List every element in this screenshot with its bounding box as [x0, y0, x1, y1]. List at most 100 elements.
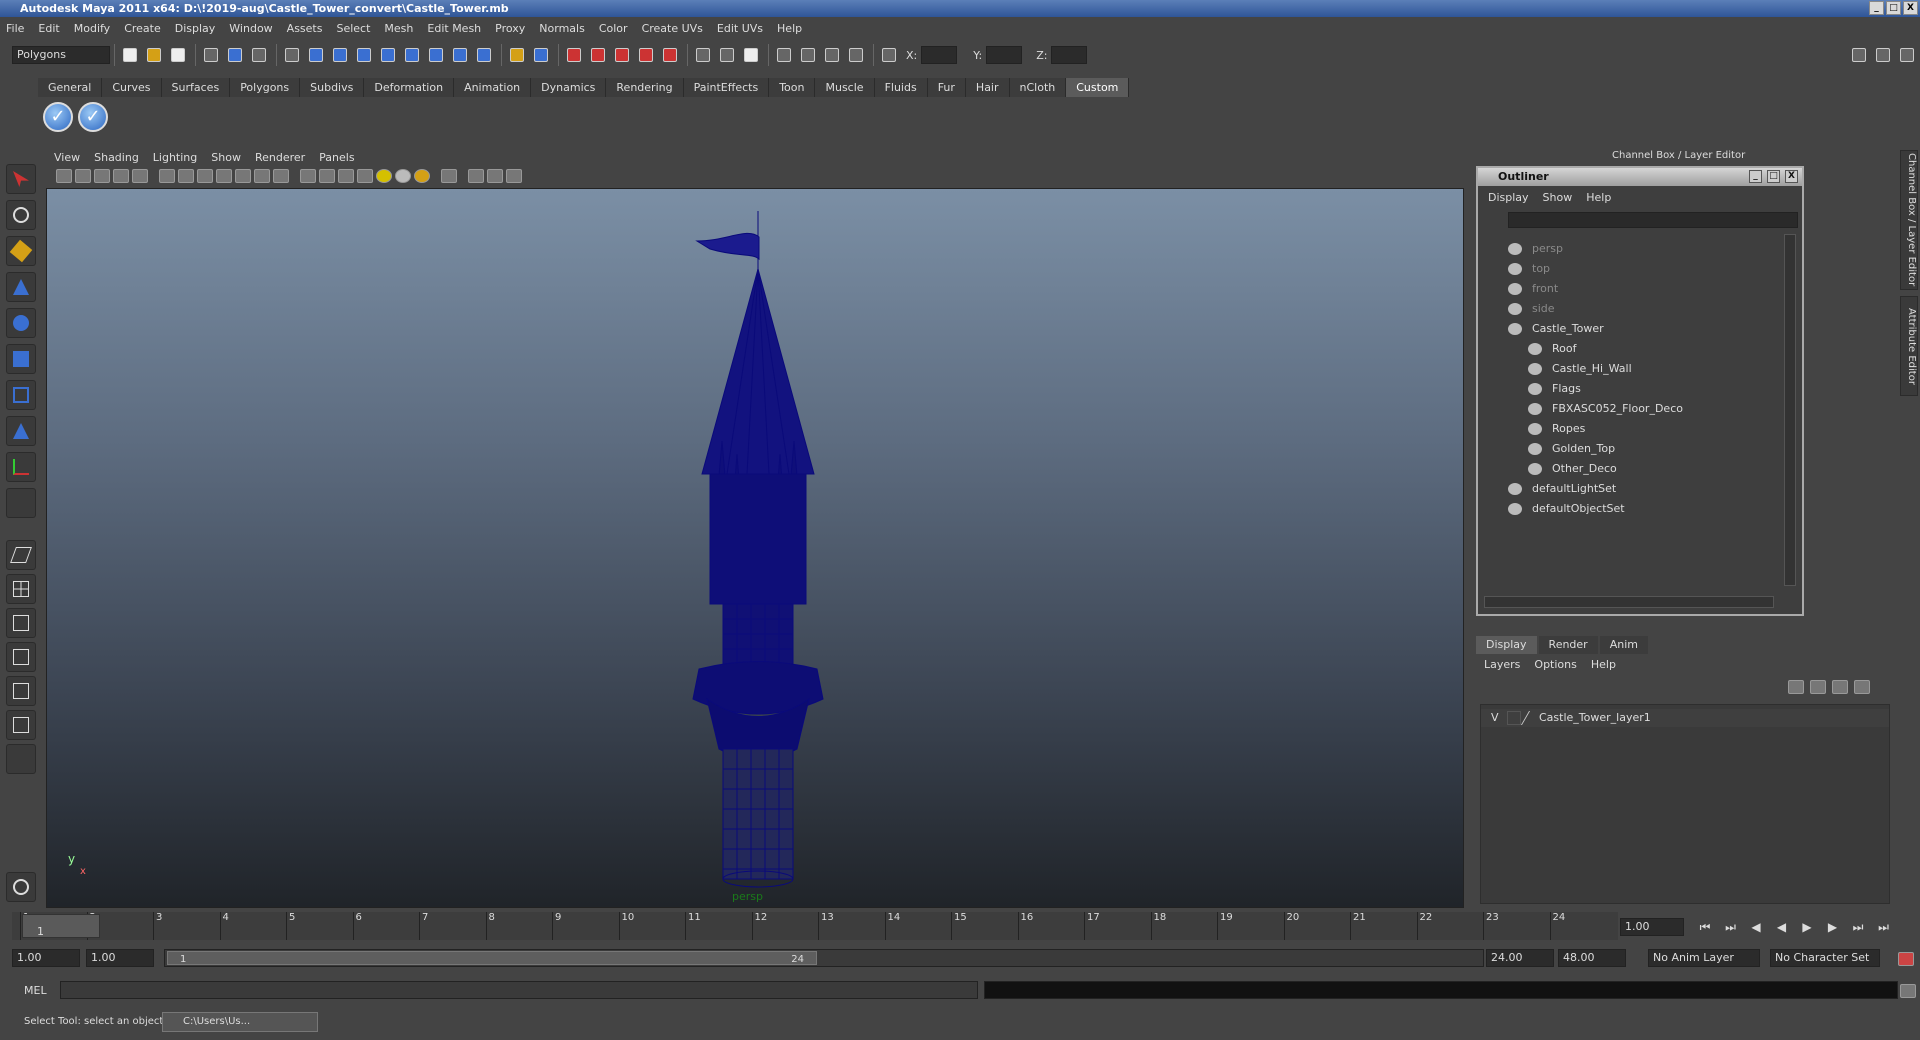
range-slider-handle[interactable]: 1 24: [167, 951, 817, 965]
shelf-checkmark-button-1[interactable]: ✓: [43, 102, 73, 132]
current-time-marker[interactable]: 1: [22, 914, 100, 938]
shelf-tab-muscle[interactable]: Muscle: [815, 78, 875, 97]
outliner-persp-layout-icon[interactable]: [6, 608, 36, 638]
layer-row[interactable]: V Castle_Tower_layer1: [1481, 709, 1889, 727]
mask-misc-icon[interactable]: [449, 44, 471, 66]
shelf-tab-hair[interactable]: Hair: [965, 78, 1010, 97]
all-lights-icon[interactable]: [395, 169, 411, 183]
move-tool-icon[interactable]: [6, 272, 36, 302]
grid-icon[interactable]: [159, 169, 175, 183]
menu-select[interactable]: Select: [336, 22, 370, 35]
outliner-item[interactable]: FBXASC052_Floor_Deco: [1482, 400, 1772, 418]
viewport-menu-renderer[interactable]: Renderer: [255, 151, 305, 164]
shelf-tab-surfaces[interactable]: Surfaces: [161, 78, 231, 97]
outliner-item[interactable]: defaultObjectSet: [1482, 500, 1772, 518]
outliner-item[interactable]: Castle_Hi_Wall: [1482, 360, 1772, 378]
menu-file[interactable]: File: [6, 22, 24, 35]
step-back-frame-icon[interactable]: ◀: [1745, 916, 1767, 938]
outliner-titlebar[interactable]: Outliner _ □ X: [1478, 168, 1802, 186]
go-to-end-icon[interactable]: ⏭: [1873, 916, 1895, 938]
shelf-tab-fur[interactable]: Fur: [927, 78, 966, 97]
backface-culling-icon[interactable]: [506, 169, 522, 183]
camera-attributes-icon[interactable]: [75, 169, 91, 183]
menu-display[interactable]: Display: [175, 22, 216, 35]
xray-joints-icon[interactable]: [487, 169, 503, 183]
mask-dynamics-icon[interactable]: [401, 44, 423, 66]
outliner-item[interactable]: side: [1482, 300, 1772, 318]
viewport-menu-shading[interactable]: Shading: [94, 151, 139, 164]
shelf-tab-dynamics[interactable]: Dynamics: [531, 78, 607, 97]
layer-type-toggle[interactable]: [1507, 711, 1521, 725]
render-settings-icon[interactable]: [845, 44, 867, 66]
outliner-item[interactable]: Roof: [1482, 340, 1772, 358]
four-view-layout-icon[interactable]: [6, 574, 36, 604]
outliner-item[interactable]: Golden_Top: [1482, 440, 1772, 458]
end-time-field[interactable]: 48.00: [1558, 949, 1626, 967]
create-layer-from-selected-icon[interactable]: [1854, 680, 1870, 694]
resolution-gate-icon[interactable]: [197, 169, 213, 183]
output-ops-icon[interactable]: [716, 44, 738, 66]
step-forward-frame-icon[interactable]: ▶: [1822, 916, 1844, 938]
shelf-tab-general[interactable]: General: [38, 78, 103, 97]
outliner-item[interactable]: defaultLightSet: [1482, 480, 1772, 498]
shelf-checkmark-button-2[interactable]: ✓: [78, 102, 108, 132]
film-gate-icon[interactable]: [178, 169, 194, 183]
safe-action-icon[interactable]: [254, 169, 270, 183]
persp-graph-layout-icon[interactable]: [6, 642, 36, 672]
shadows-icon[interactable]: [414, 169, 430, 183]
menu-assets[interactable]: Assets: [287, 22, 323, 35]
outliner-item[interactable]: Other_Deco: [1482, 460, 1772, 478]
menu-mesh[interactable]: Mesh: [384, 22, 413, 35]
outliner-item[interactable]: Ropes: [1482, 420, 1772, 438]
ipr-render-icon[interactable]: [821, 44, 843, 66]
shelf-tab-animation[interactable]: Animation: [454, 78, 532, 97]
paint-select-tool-icon[interactable]: [6, 236, 36, 266]
snap-curve-icon[interactable]: [587, 44, 609, 66]
outliner-filter-input[interactable]: [1508, 212, 1798, 228]
render-current-icon[interactable]: [797, 44, 819, 66]
shelf-tab-painteffects[interactable]: PaintEffects: [683, 78, 770, 97]
outliner-item[interactable]: persp: [1482, 240, 1772, 258]
input-ops-icon[interactable]: [692, 44, 714, 66]
viewport-menu-lighting[interactable]: Lighting: [153, 151, 197, 164]
outliner-menu-show[interactable]: Show: [1543, 191, 1573, 204]
layer-menu-options[interactable]: Options: [1534, 658, 1576, 671]
shelf-tab-ncloth[interactable]: nCloth: [1009, 78, 1067, 97]
current-time-field[interactable]: 1.00: [1620, 918, 1684, 936]
outliner-vertical-scrollbar[interactable]: [1784, 234, 1796, 586]
step-back-key-icon[interactable]: ⏭: [1720, 916, 1742, 938]
play-backward-icon[interactable]: ◀: [1771, 916, 1793, 938]
go-to-start-icon[interactable]: ⏮: [1694, 916, 1716, 938]
layer-tab-anim[interactable]: Anim: [1599, 636, 1648, 654]
show-channel-box-icon[interactable]: [1896, 44, 1918, 66]
hypershade-layout-icon[interactable]: [6, 676, 36, 706]
outliner-item[interactable]: Flags: [1482, 380, 1772, 398]
smooth-shade-icon[interactable]: [319, 169, 335, 183]
bookmark-icon[interactable]: [94, 169, 110, 183]
z-field[interactable]: [1051, 46, 1088, 64]
shelf-tab-deformation[interactable]: Deformation: [364, 78, 455, 97]
select-component-icon[interactable]: [248, 44, 270, 66]
safe-title-icon[interactable]: [273, 169, 289, 183]
open-scene-icon[interactable]: [143, 44, 165, 66]
script-editor-button-icon[interactable]: [1900, 984, 1916, 998]
select-camera-icon[interactable]: [56, 169, 72, 183]
layer-menu-help[interactable]: Help: [1591, 658, 1616, 671]
shelf-tab-custom[interactable]: Custom: [1066, 78, 1130, 97]
layer-tab-display[interactable]: Display: [1476, 636, 1537, 654]
scale-tool-icon[interactable]: [6, 344, 36, 374]
range-slider[interactable]: 1 24: [164, 949, 1484, 967]
shelf-tab-curves[interactable]: Curves: [102, 78, 162, 97]
menu-create-uvs[interactable]: Create UVs: [642, 22, 703, 35]
mask-surfaces-icon[interactable]: [353, 44, 375, 66]
viewport-menu-panels[interactable]: Panels: [319, 151, 354, 164]
snap-grid-icon[interactable]: [563, 44, 585, 66]
persp-outliner-graph-layout-icon[interactable]: [6, 710, 36, 740]
last-tool-icon[interactable]: [6, 488, 36, 518]
manipulator-tool-icon[interactable]: [6, 380, 36, 410]
mask-question-icon[interactable]: [473, 44, 495, 66]
soft-modify-tool-icon[interactable]: [6, 416, 36, 446]
viewport-menu-view[interactable]: View: [54, 151, 80, 164]
transform-mode-icon[interactable]: [878, 44, 900, 66]
animation-preferences-icon[interactable]: [1898, 952, 1914, 966]
